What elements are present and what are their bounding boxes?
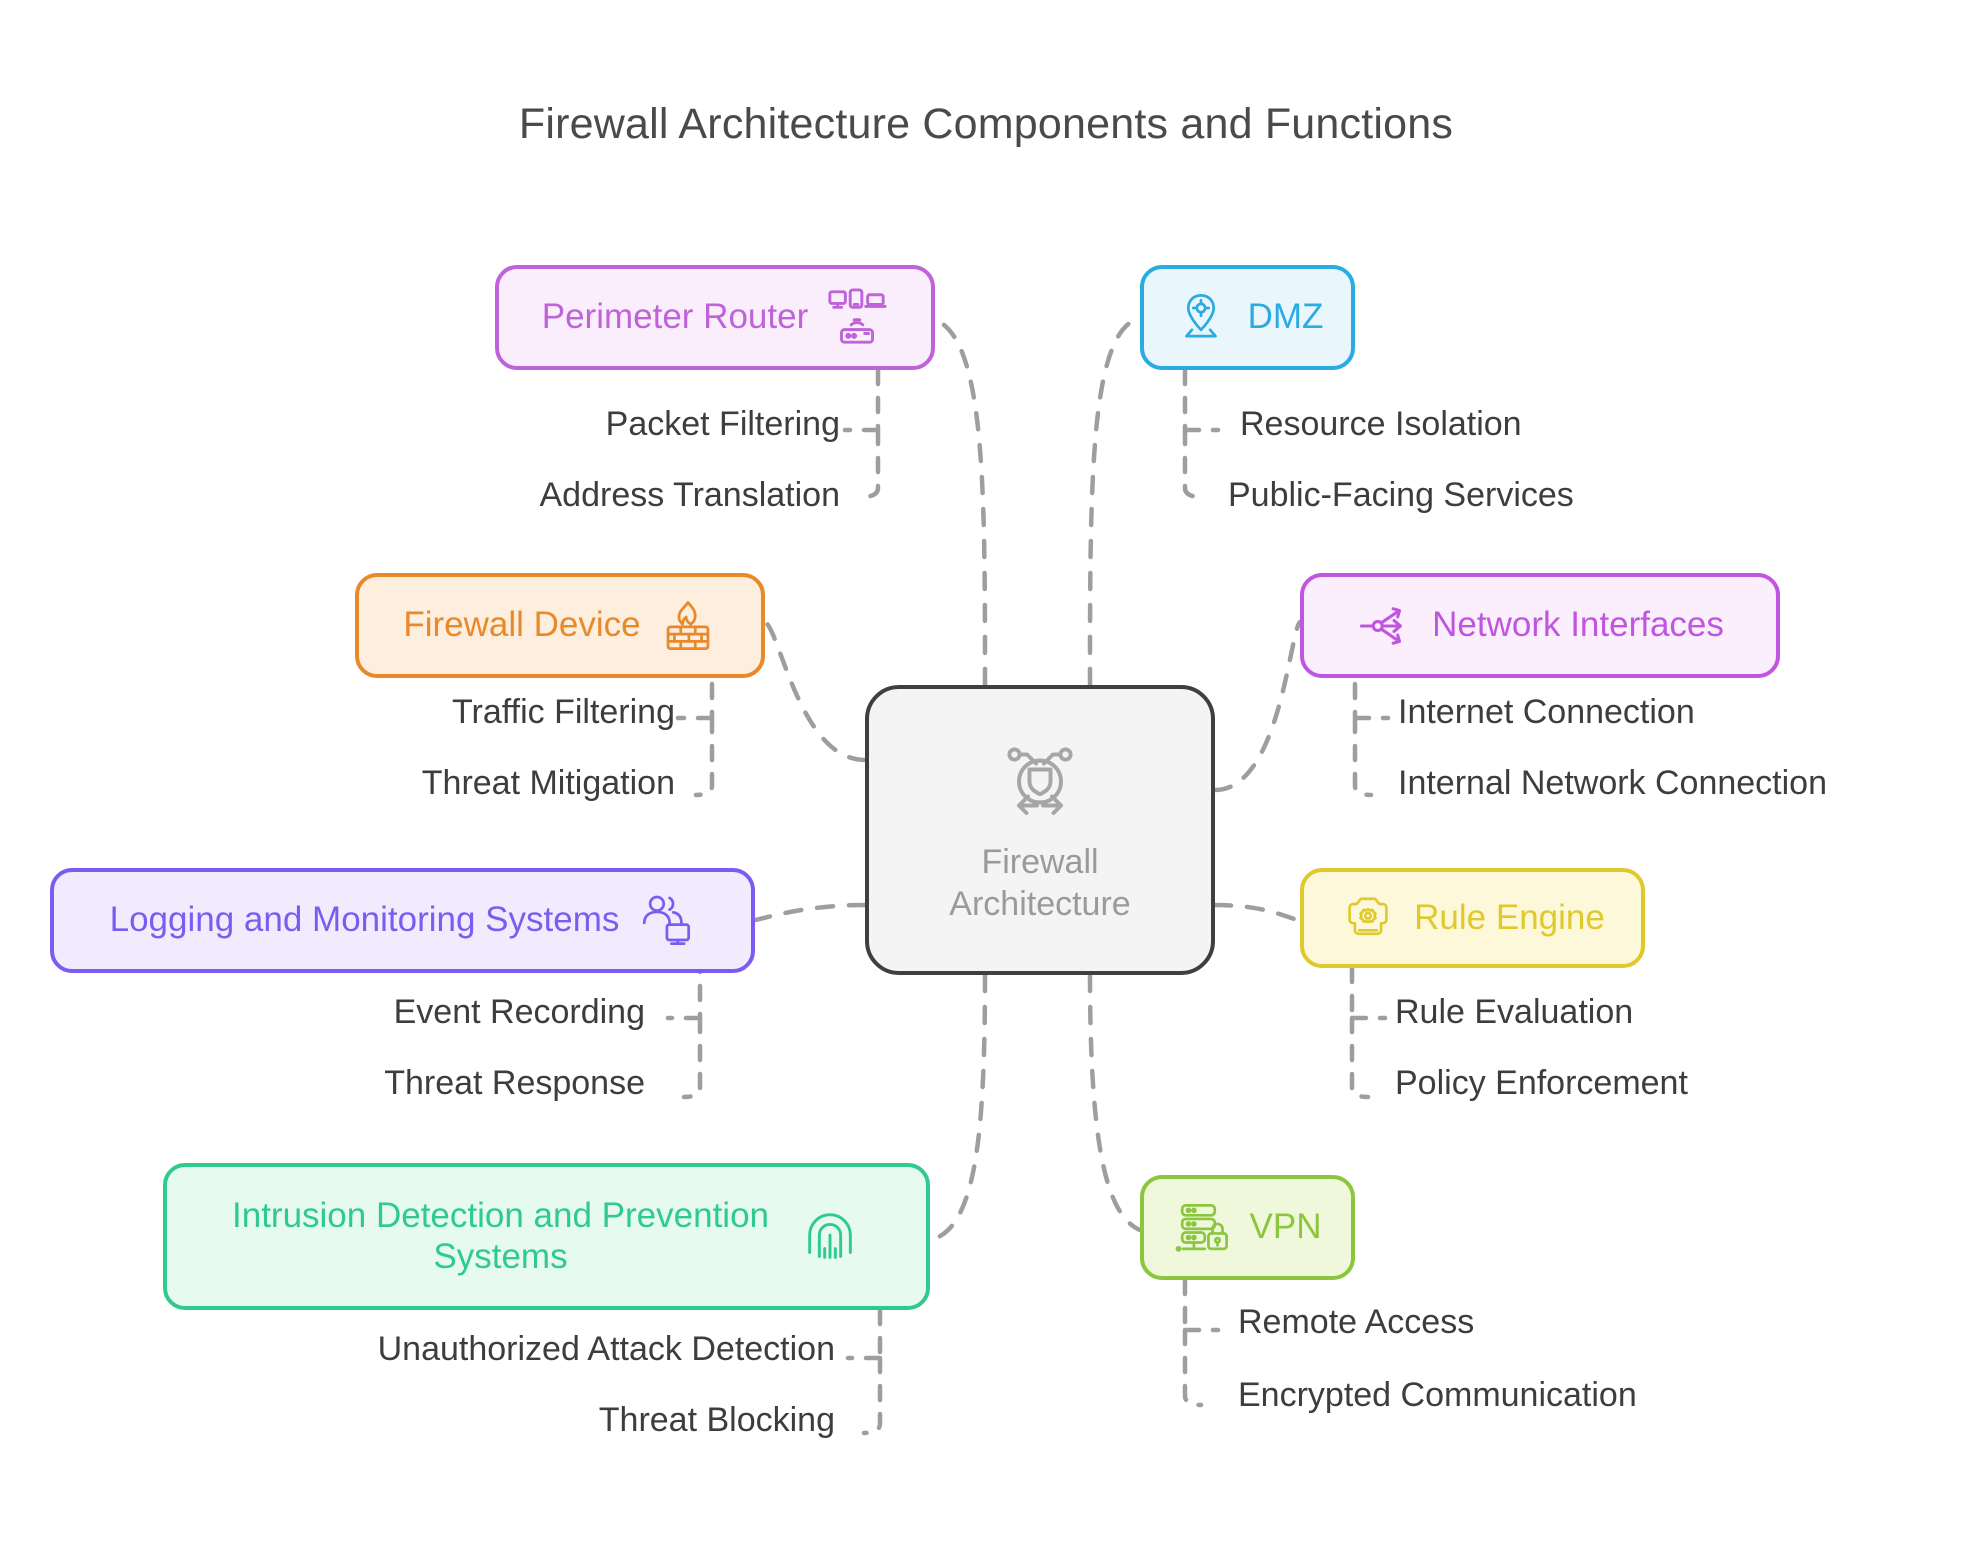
leaf-rule-engine-0: Rule Evaluation <box>1395 993 1634 1031</box>
branch-node-perimeter-router[interactable]: Perimeter Router <box>495 265 935 370</box>
brick-wall-flame-icon <box>659 597 717 655</box>
leaf-dmz-1: Public-Facing Services <box>1228 476 1574 514</box>
leaf-rule-engine-1: Policy Enforcement <box>1395 1064 1688 1102</box>
edge-center-vpn <box>1087 972 1143 1233</box>
branch-label-dmz: DMZ <box>1247 297 1324 337</box>
branch-node-vpn[interactable]: VPN <box>1140 1175 1355 1280</box>
leaf-network-interfaces-1: Internal Network Connection <box>1398 764 1828 802</box>
branch-node-intrusion-detection-and-prevention-systems[interactable]: Intrusion Detection and Prevention Syste… <box>163 1163 930 1310</box>
center-node-firewall-architecture[interactable]: Firewall Architecture <box>865 685 1215 975</box>
leaf-logging-and-monitoring-systems-0: Event Recording <box>393 993 645 1031</box>
leaf-logging-and-monitoring-systems-1: Threat Response <box>384 1064 645 1102</box>
users-monitor-icon <box>637 892 695 950</box>
branch-label-perimeter-router: Perimeter Router <box>541 297 809 337</box>
split-arrows-icon <box>1356 597 1414 655</box>
branch-node-network-interfaces[interactable]: Network Interfaces <box>1300 573 1780 678</box>
leaf-intrusion-detection-and-prevention-systems-1: Threat Blocking <box>598 1401 835 1439</box>
branch-label-rule-engine: Rule Engine <box>1414 897 1605 937</box>
page-title: Firewall Architecture Components and Fun… <box>518 100 1454 148</box>
leaf-perimeter-router-0: Packet Filtering <box>605 405 840 443</box>
leaf-firewall-device-1: Threat Mitigation <box>421 764 675 802</box>
leaf-vpn-1: Encrypted Communication <box>1238 1376 1637 1414</box>
leaf-dmz-0: Resource Isolation <box>1240 405 1522 443</box>
router-devices-icon <box>826 287 888 349</box>
shield-network-icon <box>992 735 1088 836</box>
branch-label-firewall-device: Firewall Device <box>403 605 641 645</box>
fingerprint-icon <box>799 1206 861 1268</box>
branch-node-logging-and-monitoring-systems[interactable]: Logging and Monitoring Systems <box>50 868 755 973</box>
edge-center-firewall-device <box>762 619 868 763</box>
leaf-perimeter-router-1: Address Translation <box>539 476 841 514</box>
edge-center-perimeter-router <box>927 315 988 688</box>
branch-node-firewall-device[interactable]: Firewall Device <box>355 573 765 678</box>
leaf-network-interfaces-0: Internet Connection <box>1398 693 1695 731</box>
leafedge-rule-engine <box>1349 965 1388 1100</box>
branch-label-network-interfaces: Network Interfaces <box>1432 605 1724 645</box>
leafedge-vpn <box>1182 1277 1221 1408</box>
branch-label-intrusion-detection-and-prevention-systems: Intrusion Detection and Prevention Syste… <box>232 1196 769 1276</box>
edge-center-intrusion-detection-and-prevention-systems <box>927 972 988 1243</box>
engine-gear-icon <box>1340 890 1396 946</box>
branch-node-dmz[interactable]: DMZ <box>1140 265 1355 370</box>
leaf-firewall-device-0: Traffic Filtering <box>452 693 675 731</box>
edge-center-network-interfaces <box>1212 619 1303 793</box>
leaf-intrusion-detection-and-prevention-systems-0: Unauthorized Attack Detection <box>377 1330 835 1368</box>
branch-label-logging-and-monitoring-systems: Logging and Monitoring Systems <box>109 900 620 940</box>
branch-node-rule-engine[interactable]: Rule Engine <box>1300 868 1645 968</box>
leafedge-dmz <box>1182 367 1221 500</box>
edge-center-dmz <box>1087 315 1143 688</box>
branch-label-vpn: VPN <box>1249 1207 1322 1247</box>
center-node-label: Firewall Architecture <box>949 843 1131 923</box>
location-pin-target-icon <box>1172 289 1230 347</box>
mindmap-canvas: Firewall Architecture Components and Fun… <box>0 0 1972 1552</box>
edge-center-rule-engine <box>1212 902 1303 923</box>
leafedge-perimeter-router <box>842 367 881 500</box>
edge-center-logging-and-monitoring-systems <box>752 902 868 923</box>
leafedge-intrusion-detection-and-prevention-systems <box>845 1307 883 1436</box>
leaf-vpn-0: Remote Access <box>1238 1303 1475 1341</box>
server-lock-icon <box>1174 1199 1232 1257</box>
